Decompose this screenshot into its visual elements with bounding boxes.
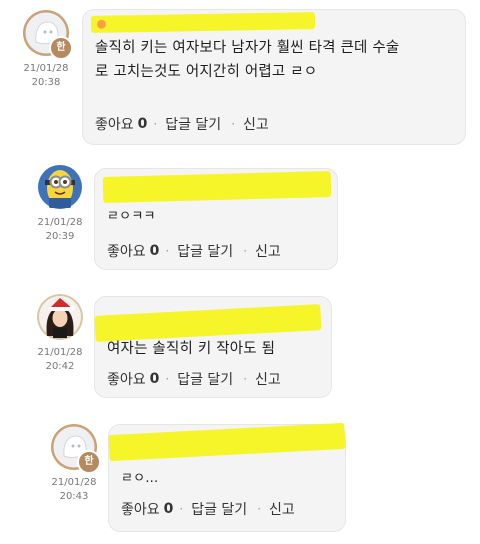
comment-text-line: 솔직히 키는 여자보다 남자가 훨씬 타격 큰데 수술 [95,40,400,56]
comment-date: 21/01/28 [37,347,83,358]
minion-icon [38,165,82,209]
separator-dot: · [243,244,248,258]
report-button[interactable]: 신고 [269,499,295,519]
report-button[interactable]: 신고 [255,369,281,389]
comment-time: 20:42 [45,361,75,372]
like-button[interactable]: 좋아요 [121,499,160,519]
separator-dot: · [257,502,262,516]
report-button[interactable]: 신고 [255,241,281,261]
comment-text-line: ㄹㅇ... [121,471,159,486]
author-name-redacted [90,12,316,33]
author-icon [96,19,107,29]
comment-text-line: 로 고치는것도 어지간히 어렵고 ㄹㅇ [95,64,318,80]
comment-bubble: ㄹㅇ... 좋아요 0 · 답글 달기 · 신고 [108,422,346,532]
comment-time: 20:43 [59,491,89,502]
comment-date: 21/01/28 [37,217,83,228]
separator-dot: · [153,117,158,131]
separator-dot: · [243,372,248,386]
level-badge: 한 [77,450,101,474]
like-button[interactable]: 좋아요 [95,114,134,134]
separator-dot: · [165,244,170,258]
comment-date: 21/01/28 [51,477,97,488]
separator-dot: · [165,372,170,386]
ghost-avatar[interactable]: 한 [51,424,101,474]
level-badge: 한 [49,36,73,60]
reply-button[interactable]: 답글 달기 [165,114,221,134]
separator-dot: · [231,117,236,131]
santa-girl-avatar[interactable] [37,294,83,340]
like-button[interactable]: 좋아요 [107,369,146,389]
comment-date: 21/01/28 [23,63,69,74]
report-button[interactable]: 신고 [243,114,269,134]
like-count: 0 [163,501,174,517]
reply-button[interactable]: 답글 달기 [177,241,233,261]
comment-text-line: ㄹㅇㅋㅋ [107,209,156,224]
like-count: 0 [149,243,160,259]
minion-avatar[interactable] [37,164,83,210]
comment-text-line: 여자는 솔직히 키 작아도 됨 [107,341,276,357]
comment-bubble: 솔직히 키는 여자보다 남자가 훨씬 타격 큰데 수술 로 고치는것도 어지간히… [82,9,466,145]
like-count: 0 [149,371,160,387]
separator-dot: · [179,502,184,516]
comment-bubble: 여자는 솔직히 키 작아도 됨 좋아요 0 · 답글 달기 · 신고 [94,296,332,398]
ghost-avatar[interactable]: 한 [23,10,73,60]
comment-time: 20:39 [45,231,75,242]
like-button[interactable]: 좋아요 [107,241,146,261]
reply-button[interactable]: 답글 달기 [177,369,233,389]
like-count: 0 [137,116,148,132]
author-name-redacted [102,171,332,203]
santa-girl-icon [37,294,83,340]
author-name-redacted [108,422,346,462]
reply-button[interactable]: 답글 달기 [191,499,247,519]
comment-bubble: ㄹㅇㅋㅋ 좋아요 0 · 답글 달기 · 신고 [94,168,338,270]
comment-time: 20:38 [31,77,61,88]
